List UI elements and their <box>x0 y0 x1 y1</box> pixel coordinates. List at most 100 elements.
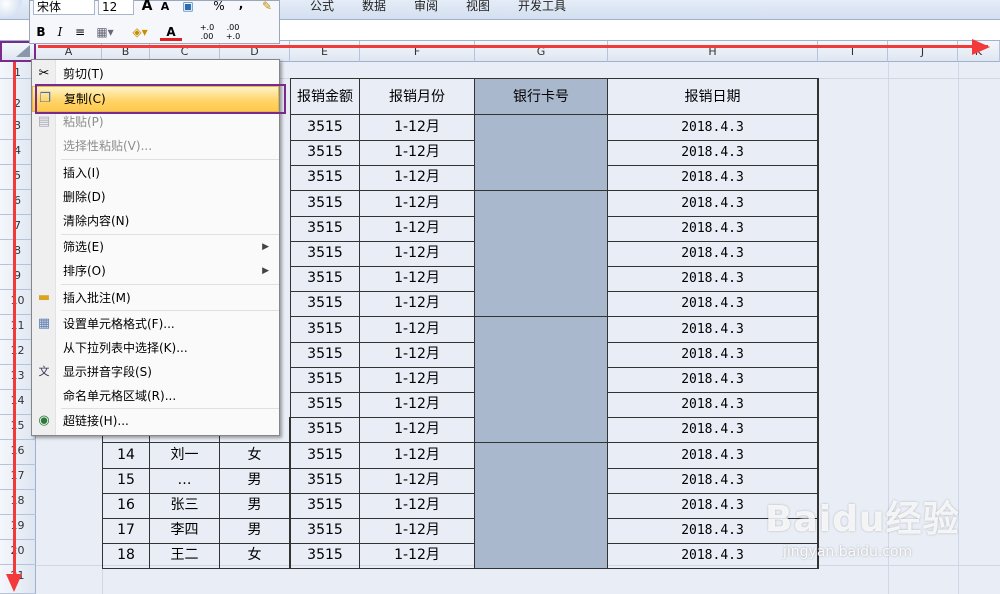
tab-review[interactable]: 审阅 <box>414 0 438 14</box>
menu-item-filter[interactable]: 筛选(E) ▶ <box>32 235 279 259</box>
amount-cell[interactable]: 3515 <box>290 342 360 368</box>
header-date[interactable]: 报销日期 <box>608 78 819 115</box>
name-cell[interactable]: 王二 <box>150 543 220 569</box>
format-painter-icon[interactable]: ▣ <box>178 0 198 15</box>
amount-cell[interactable]: 3515 <box>290 140 360 166</box>
date-cell[interactable]: 2018.4.3 <box>608 443 819 469</box>
amount-cell[interactable]: 3515 <box>290 468 360 494</box>
month-cell[interactable]: 1-12月 <box>360 266 475 292</box>
month-cell[interactable]: 1-12月 <box>360 216 475 242</box>
row-header[interactable]: 17 <box>0 465 36 490</box>
percent-icon[interactable]: % <box>212 0 226 15</box>
amount-cell[interactable]: 3515 <box>290 493 360 519</box>
align-center-icon[interactable]: ≡ <box>72 23 88 41</box>
amount-cell[interactable]: 3515 <box>290 443 360 469</box>
number-cell[interactable]: 17 <box>102 518 150 544</box>
bank-card-cell[interactable] <box>475 115 608 141</box>
menu-item-insert-comment[interactable]: ▬ 插入批注(M) <box>32 286 279 310</box>
header-month[interactable]: 报销月份 <box>360 78 475 115</box>
name-cell[interactable]: 张三 <box>150 493 220 519</box>
date-cell[interactable]: 2018.4.3 <box>608 165 819 191</box>
month-cell[interactable]: 1-12月 <box>360 493 475 519</box>
date-cell[interactable]: 2018.4.3 <box>608 417 819 443</box>
grow-font-icon[interactable]: A <box>140 0 154 15</box>
number-cell[interactable]: 16 <box>102 493 150 519</box>
amount-cell[interactable]: 3515 <box>290 367 360 393</box>
bank-card-cell[interactable] <box>475 367 608 393</box>
font-size-box[interactable]: 12 <box>98 0 134 15</box>
month-cell[interactable]: 1-12月 <box>360 291 475 317</box>
amount-cell[interactable]: 3515 <box>290 115 360 141</box>
month-cell[interactable]: 1-12月 <box>360 518 475 544</box>
number-cell[interactable]: 15 <box>102 468 150 494</box>
month-cell[interactable]: 1-12月 <box>360 241 475 267</box>
amount-cell[interactable]: 3515 <box>290 392 360 418</box>
menu-item-pick-from-list[interactable]: 从下拉列表中选择(K)... <box>32 336 279 360</box>
comma-icon[interactable]: , <box>236 0 246 13</box>
date-cell[interactable]: 2018.4.3 <box>608 367 819 393</box>
gender-cell[interactable]: 女 <box>220 543 290 569</box>
amount-cell[interactable]: 3515 <box>290 216 360 242</box>
row-header[interactable]: 20 <box>0 540 36 565</box>
menu-item-insert[interactable]: 插入(I) <box>32 161 279 185</box>
amount-cell[interactable]: 3515 <box>290 317 360 343</box>
amount-cell[interactable]: 3515 <box>290 417 360 443</box>
number-cell[interactable]: 14 <box>102 443 150 469</box>
month-cell[interactable]: 1-12月 <box>360 468 475 494</box>
amount-cell[interactable]: 3515 <box>290 266 360 292</box>
bank-card-cell[interactable] <box>475 342 608 368</box>
office-button[interactable] <box>0 0 22 18</box>
month-cell[interactable]: 1-12月 <box>360 165 475 191</box>
gender-cell[interactable]: 男 <box>220 493 290 519</box>
date-cell[interactable]: 2018.4.3 <box>608 291 819 317</box>
bank-card-cell[interactable] <box>475 468 608 494</box>
amount-cell[interactable]: 3515 <box>290 518 360 544</box>
shrink-font-icon[interactable]: A <box>158 0 172 16</box>
date-cell[interactable]: 2018.4.3 <box>608 115 819 141</box>
bank-card-cell[interactable] <box>475 291 608 317</box>
amount-cell[interactable]: 3515 <box>290 543 360 569</box>
month-cell[interactable]: 1-12月 <box>360 392 475 418</box>
bank-card-cell[interactable] <box>475 165 608 191</box>
date-cell[interactable]: 2018.4.3 <box>608 216 819 242</box>
tab-data[interactable]: 数据 <box>362 0 386 14</box>
bank-card-cell[interactable] <box>475 266 608 292</box>
menu-item-sort[interactable]: 排序(O) ▶ <box>32 259 279 283</box>
gender-cell[interactable]: 女 <box>220 443 290 469</box>
fill-color-icon[interactable]: ◈▾ <box>128 23 152 41</box>
amount-cell[interactable]: 3515 <box>290 165 360 191</box>
bank-card-cell[interactable] <box>475 241 608 267</box>
month-cell[interactable]: 1-12月 <box>360 367 475 393</box>
gender-cell[interactable]: 男 <box>220 468 290 494</box>
date-cell[interactable]: 2018.4.3 <box>608 266 819 292</box>
row-header[interactable]: 18 <box>0 490 36 515</box>
menu-item-show-phonetic[interactable]: 文显示拼音字段(S) <box>32 360 279 384</box>
date-cell[interactable]: 2018.4.3 <box>608 342 819 368</box>
tab-formulas[interactable]: 公式 <box>310 0 334 14</box>
month-cell[interactable]: 1-12月 <box>360 191 475 217</box>
menu-item-delete[interactable]: 删除(D) <box>32 185 279 209</box>
gender-cell[interactable]: 男 <box>220 518 290 544</box>
month-cell[interactable]: 1-12月 <box>360 342 475 368</box>
month-cell[interactable]: 1-12月 <box>360 317 475 343</box>
font-color-button[interactable]: A <box>160 23 182 41</box>
tab-view[interactable]: 视图 <box>466 0 490 14</box>
paintbrush-icon[interactable]: ✎ <box>258 0 276 15</box>
increase-decimal-icon[interactable]: +.0 .00 <box>196 23 218 41</box>
name-cell[interactable]: … <box>150 468 220 494</box>
month-cell[interactable]: 1-12月 <box>360 443 475 469</box>
bank-card-cell[interactable] <box>475 417 608 443</box>
bank-card-cell[interactable] <box>475 543 608 569</box>
bank-card-cell[interactable] <box>475 191 608 217</box>
header-amount[interactable]: 报销金额 <box>290 78 360 115</box>
date-cell[interactable]: 2018.4.3 <box>608 392 819 418</box>
row-header[interactable]: 19 <box>0 515 36 540</box>
menu-item-paste-special[interactable]: 选择性粘贴(V)... <box>32 134 279 158</box>
date-cell[interactable]: 2018.4.3 <box>608 317 819 343</box>
month-cell[interactable]: 1-12月 <box>360 140 475 166</box>
tab-developer[interactable]: 开发工具 <box>518 0 566 14</box>
bank-card-cell[interactable] <box>475 317 608 343</box>
row-header[interactable]: 16 <box>0 440 36 465</box>
menu-item-define-name[interactable]: 命名单元格区域(R)... <box>32 384 279 408</box>
month-cell[interactable]: 1-12月 <box>360 417 475 443</box>
